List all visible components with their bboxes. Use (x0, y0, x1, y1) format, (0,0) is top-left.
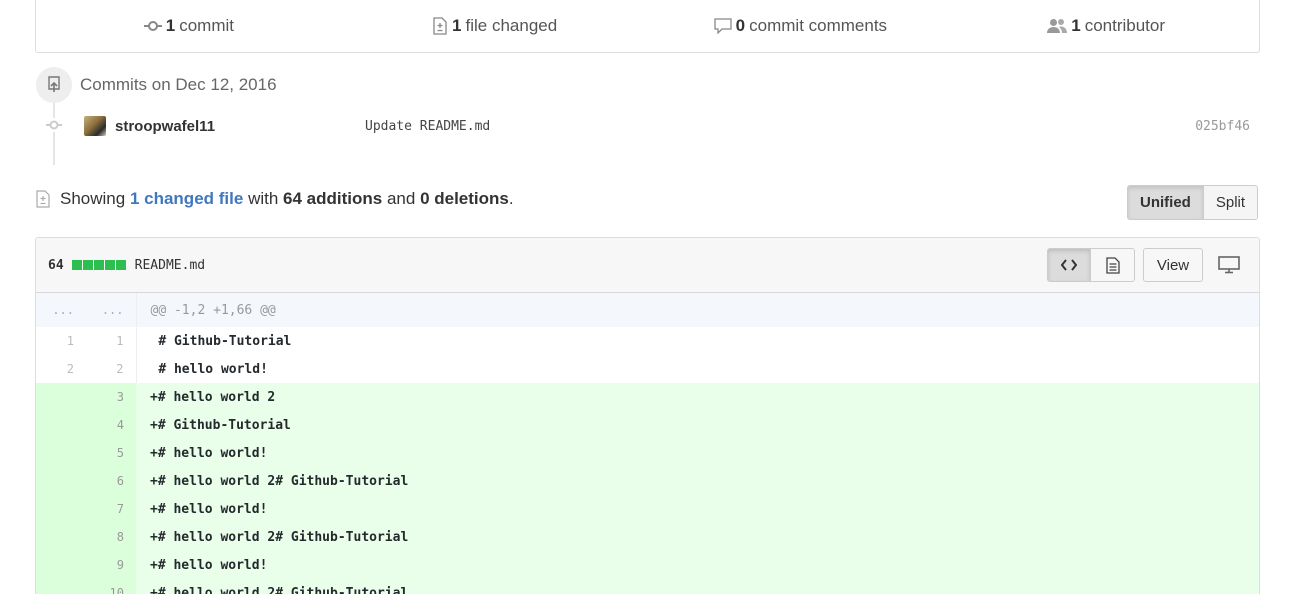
added-line-row: 6 +# hello world 2# Github-Tutorial (36, 467, 1259, 495)
new-line-number[interactable]: 2 (86, 355, 137, 383)
new-line-number[interactable]: 6 (86, 467, 136, 495)
old-line-number[interactable] (36, 439, 86, 467)
file-diff-icon (433, 17, 447, 35)
new-line-number[interactable]: 8 (86, 523, 136, 551)
people-icon (1047, 19, 1068, 33)
old-line-number[interactable] (36, 551, 86, 579)
added-line-row: 9 +# hello world! (36, 551, 1259, 579)
old-line-number[interactable] (36, 495, 86, 523)
old-line-number[interactable]: 1 (36, 327, 86, 355)
code-line: +# hello world 2# Github-Tutorial (136, 523, 1259, 551)
commits-group-title: Commits on Dec 12, 2016 (80, 75, 277, 94)
deletions-count: 0 deletions (420, 189, 509, 208)
diff-table: ... ... @@ -1,2 +1,66 @@ 11 # Github-Tut… (36, 293, 1259, 594)
unified-button[interactable]: Unified (1128, 186, 1204, 219)
showing-prefix: Showing (60, 189, 126, 208)
file-diff: 64 README.md View ... ... @@ -1,2 +1,66 … (35, 237, 1260, 594)
file-change-count: 64 (48, 257, 64, 273)
files-changed-link[interactable]: 1 file changed (342, 16, 648, 36)
commit-timeline (53, 103, 55, 165)
file-header: 64 README.md View (36, 238, 1259, 293)
commit-row: stroopwafel11 Update README.md 025bf46 (84, 115, 1250, 137)
new-line-number[interactable]: 3 (86, 383, 136, 411)
showing-period: . (508, 189, 514, 208)
added-line-row: 10 +# hello world 2# Github-Tutorial (36, 579, 1259, 594)
code-line: +# hello world! (136, 551, 1259, 579)
comments-count-link[interactable]: 0 commit comments (648, 16, 954, 36)
code-line: +# hello world 2 (136, 383, 1259, 411)
added-line-row: 3 +# hello world 2 (36, 383, 1259, 411)
old-line-number[interactable] (36, 579, 86, 594)
showing-with: with (248, 189, 279, 208)
new-line-number[interactable]: 9 (86, 551, 136, 579)
new-line-number[interactable]: 1 (86, 327, 137, 355)
added-line-row: 8 +# hello world 2# Github-Tutorial (36, 523, 1259, 551)
comments-label: commit comments (749, 16, 888, 35)
context-line-row: 22 # hello world! (36, 355, 1259, 383)
old-line-number[interactable] (36, 411, 86, 439)
code-line: # Github-Tutorial (150, 333, 292, 349)
code-line: +# hello world 2# Github-Tutorial (136, 579, 1259, 594)
old-line-number[interactable] (36, 383, 86, 411)
commits-count: 1 (165, 16, 176, 35)
code-icon (1061, 259, 1077, 271)
context-line-row: 11 # Github-Tutorial (36, 327, 1259, 355)
hunk-expand-new[interactable]: ... (86, 293, 137, 327)
commit-author[interactable]: stroopwafel11 (115, 118, 215, 135)
old-line-number[interactable]: 2 (36, 355, 86, 383)
desktop-icon[interactable] (1218, 256, 1240, 274)
commit-summary-bar: 1 commit 1 file changed 0 commit comment… (35, 0, 1260, 53)
contributors-label: contributor (1084, 16, 1166, 35)
hunk-header-row: ... ... @@ -1,2 +1,66 @@ (36, 293, 1259, 327)
new-line-number[interactable]: 7 (86, 495, 136, 523)
added-line-row: 4 +# Github-Tutorial (36, 411, 1259, 439)
commits-count-link[interactable]: 1 commit (36, 16, 342, 36)
comment-icon (714, 18, 732, 34)
comments-count: 0 (735, 16, 746, 35)
hunk-expand-old[interactable]: ... (36, 293, 86, 327)
commit-node-icon (46, 118, 62, 132)
avatar[interactable] (84, 116, 106, 136)
added-line-row: 7 +# hello world! (36, 495, 1259, 523)
diff-view-toggle: Unified Split (1127, 185, 1259, 220)
rich-diff-button[interactable] (1091, 249, 1134, 281)
commit-message[interactable]: Update README.md (365, 119, 490, 134)
files-label: file changed (465, 16, 558, 35)
code-line: +# hello world! (136, 439, 1259, 467)
diff-stats: Showing 1 changed file with 64 additions… (35, 189, 514, 209)
commits-group-header: Commits on Dec 12, 2016 (36, 67, 277, 103)
repo-push-icon (36, 67, 72, 103)
showing-and: and (386, 189, 416, 208)
changed-files-link[interactable]: 1 changed file (130, 189, 243, 209)
old-line-number[interactable] (36, 467, 86, 495)
file-diff-icon (36, 190, 50, 208)
contributors-count-link[interactable]: 1 contributor (953, 16, 1259, 36)
additions-count: 64 additions (283, 189, 383, 208)
commit-sha[interactable]: 025bf46 (1195, 119, 1250, 134)
new-line-number[interactable]: 5 (86, 439, 136, 467)
files-count: 1 (452, 16, 462, 35)
code-line: # hello world! (150, 361, 268, 377)
commit-icon (143, 21, 162, 31)
new-line-number[interactable]: 4 (86, 411, 136, 439)
file-name[interactable]: README.md (135, 258, 205, 273)
added-line-row: 5 +# hello world! (36, 439, 1259, 467)
contributors-count: 1 (1071, 16, 1081, 35)
view-file-button[interactable]: View (1143, 248, 1203, 282)
hunk-header: @@ -1,2 +1,66 @@ (136, 293, 1259, 327)
code-line: +# hello world! (136, 495, 1259, 523)
source-diff-button[interactable] (1048, 249, 1091, 281)
file-text-icon (1105, 256, 1120, 274)
split-button[interactable]: Split (1203, 186, 1258, 219)
code-line: +# hello world 2# Github-Tutorial (136, 467, 1259, 495)
diffstat-blocks (71, 260, 127, 270)
old-line-number[interactable] (36, 523, 86, 551)
code-line: +# Github-Tutorial (136, 411, 1259, 439)
commits-label: commit (179, 16, 234, 35)
file-view-toggle (1047, 248, 1135, 282)
new-line-number[interactable]: 10 (86, 579, 136, 594)
